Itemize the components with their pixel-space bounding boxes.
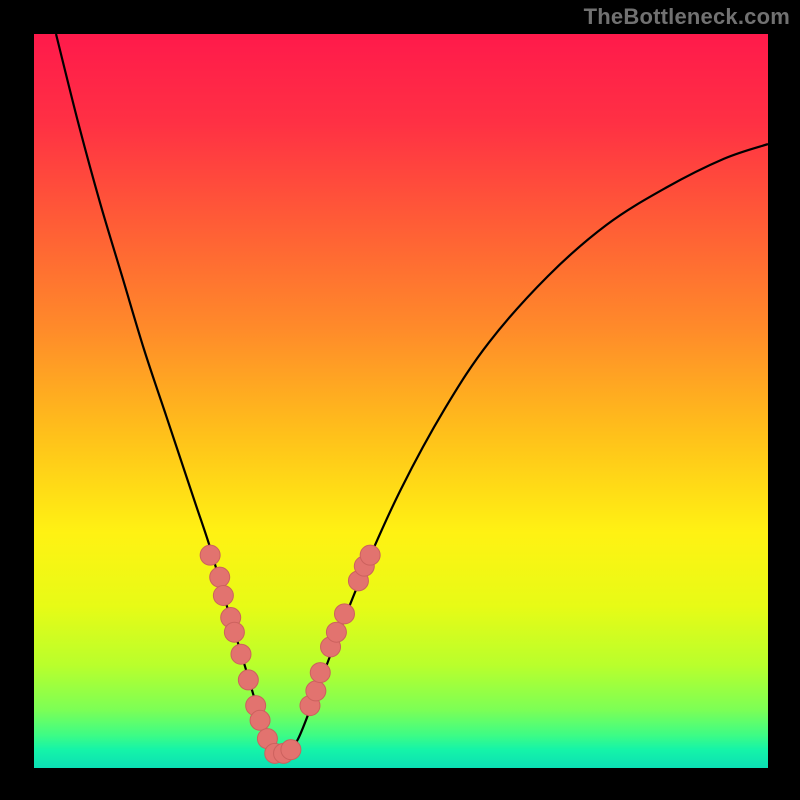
attribution-text: TheBottleneck.com: [584, 4, 790, 30]
data-marker: [224, 622, 244, 642]
data-marker: [210, 567, 230, 587]
data-marker: [310, 663, 330, 683]
data-marker: [281, 740, 301, 760]
data-markers: [200, 545, 380, 763]
bottleneck-curve: [56, 34, 768, 755]
data-marker: [360, 545, 380, 565]
plot-area: [34, 34, 768, 768]
data-marker: [306, 681, 326, 701]
data-marker: [326, 622, 346, 642]
chart-container: TheBottleneck.com: [0, 0, 800, 800]
curve-layer: [34, 34, 768, 768]
data-marker: [238, 670, 258, 690]
data-marker: [213, 586, 233, 606]
data-marker: [200, 545, 220, 565]
data-marker: [334, 604, 354, 624]
data-marker: [250, 710, 270, 730]
data-marker: [231, 644, 251, 664]
